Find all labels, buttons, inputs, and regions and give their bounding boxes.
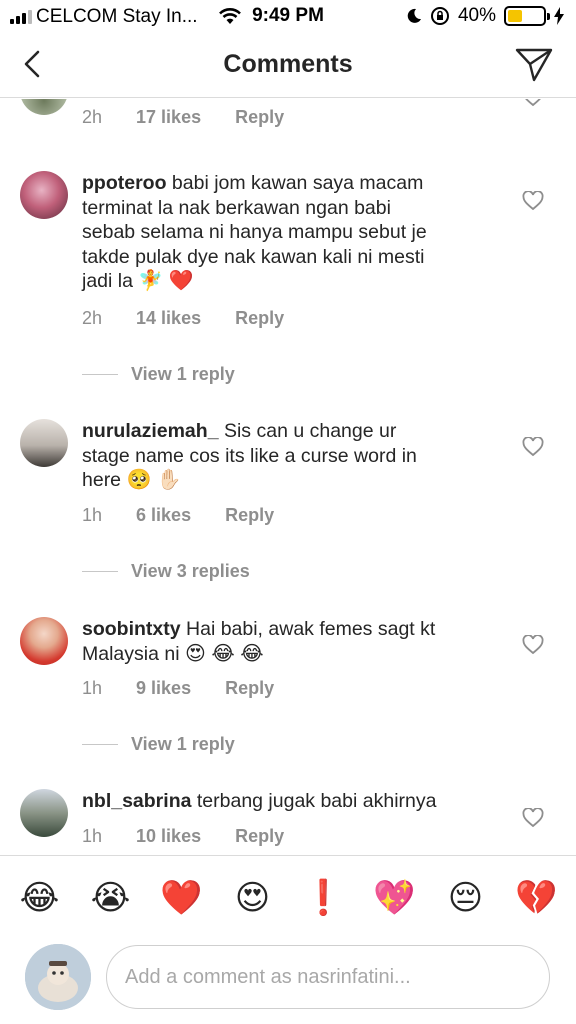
likes-count[interactable]: 17 likes: [136, 107, 201, 128]
view-replies-button[interactable]: View 1 reply: [82, 734, 235, 755]
heart-icon[interactable]: [522, 635, 544, 655]
divider: [82, 374, 118, 375]
avatar[interactable]: [20, 99, 68, 115]
avatar[interactable]: [20, 171, 68, 219]
comment-text: nurulaziemah_ Sis can u change ur stage …: [82, 420, 417, 491]
reply-button[interactable]: Reply: [225, 505, 274, 526]
reply-button[interactable]: Reply: [225, 678, 274, 699]
divider: [82, 744, 118, 745]
comment-meta: 2h 17 likes Reply: [82, 107, 318, 128]
heart-icon[interactable]: [522, 191, 544, 211]
comment-username[interactable]: ppoteroo: [82, 172, 166, 194]
broken-heart-emoji-button[interactable]: 💔: [512, 878, 562, 918]
comment-time: 2h: [82, 107, 103, 127]
comment-meta: 2h 14 likes Reply: [82, 308, 318, 329]
comment-text: nbl_sabrina terbang jugak babi akhirnya: [82, 790, 437, 812]
comment-meta: 1h 6 likes Reply: [82, 505, 308, 526]
exclamation-emoji-button[interactable]: ❗: [299, 878, 349, 918]
charging-bolt-icon: [554, 7, 564, 25]
face-with-tears-of-joy-emoji-button[interactable]: 😂: [15, 878, 65, 918]
comment-text: soobintxty Hai babi, awak femes sagt kt …: [82, 618, 436, 665]
likes-count[interactable]: 6 likes: [136, 505, 191, 526]
nav-bar: Comments: [0, 34, 576, 98]
reply-button[interactable]: Reply: [235, 308, 284, 329]
likes-count[interactable]: 9 likes: [136, 678, 191, 699]
view-replies-button[interactable]: View 1 reply: [82, 364, 235, 385]
moon-icon: [407, 8, 421, 23]
avatar[interactable]: [20, 617, 68, 665]
battery-icon: [504, 6, 550, 26]
comment-meta: 1h 10 likes Reply: [82, 826, 318, 847]
view-replies-button[interactable]: View 3 replies: [82, 561, 250, 582]
comment-username[interactable]: soobintxty: [82, 618, 181, 640]
reply-button[interactable]: Reply: [235, 107, 284, 128]
avatar[interactable]: [20, 419, 68, 467]
direct-message-icon[interactable]: [514, 44, 554, 84]
comment-input[interactable]: [106, 945, 550, 1009]
comment-emoji: 🧚 ❤️: [138, 270, 194, 292]
divider: [82, 571, 118, 572]
comment-time: 1h: [82, 826, 103, 846]
emoji-quick-bar: 😂 😭 ❤️ 😍 ❗ 💖 😔 💔: [0, 855, 576, 939]
battery-percent: 40%: [457, 5, 496, 26]
comment-meta: 1h 9 likes Reply: [82, 678, 308, 699]
avatar: [25, 944, 91, 1010]
comment-composer: [0, 939, 576, 1024]
comment-username[interactable]: nbl_sabrina: [82, 790, 191, 812]
comment-time: 1h: [82, 678, 103, 698]
avatar[interactable]: [20, 789, 68, 837]
heart-icon[interactable]: [522, 437, 544, 457]
page-title: Comments: [223, 50, 353, 78]
comment-username[interactable]: nurulaziemah_: [82, 420, 219, 442]
comment-text: ppoteroo babi jom kawan saya macam termi…: [82, 172, 427, 292]
red-heart-emoji-button[interactable]: ❤️: [157, 878, 207, 918]
reply-button[interactable]: Reply: [235, 826, 284, 847]
sparkling-heart-emoji-button[interactable]: 💖: [370, 878, 420, 918]
likes-count[interactable]: 14 likes: [136, 308, 201, 329]
status-bar: CELCOM Stay In... 9:49 PM 40%: [0, 0, 576, 34]
comments-list[interactable]: 2h 17 likes Reply ppoteroo babi jom kawa…: [0, 99, 576, 855]
heart-icon[interactable]: [522, 99, 544, 107]
user-avatar-image: [25, 944, 91, 1010]
heart-icon[interactable]: [522, 808, 544, 828]
orientation-lock-icon: [430, 7, 449, 25]
loudly-crying-face-emoji-button[interactable]: 😭: [86, 878, 136, 918]
comment-emoji: 🥺 ✋🏻: [126, 469, 182, 491]
comment-emoji: 😍 😂 😂: [184, 642, 264, 665]
comment-time: 2h: [82, 308, 103, 328]
comment-time: 1h: [82, 505, 103, 525]
likes-count[interactable]: 10 likes: [136, 826, 201, 847]
pensive-face-emoji-button[interactable]: 😔: [441, 878, 491, 918]
heart-eyes-emoji-button[interactable]: 😍: [228, 878, 278, 918]
